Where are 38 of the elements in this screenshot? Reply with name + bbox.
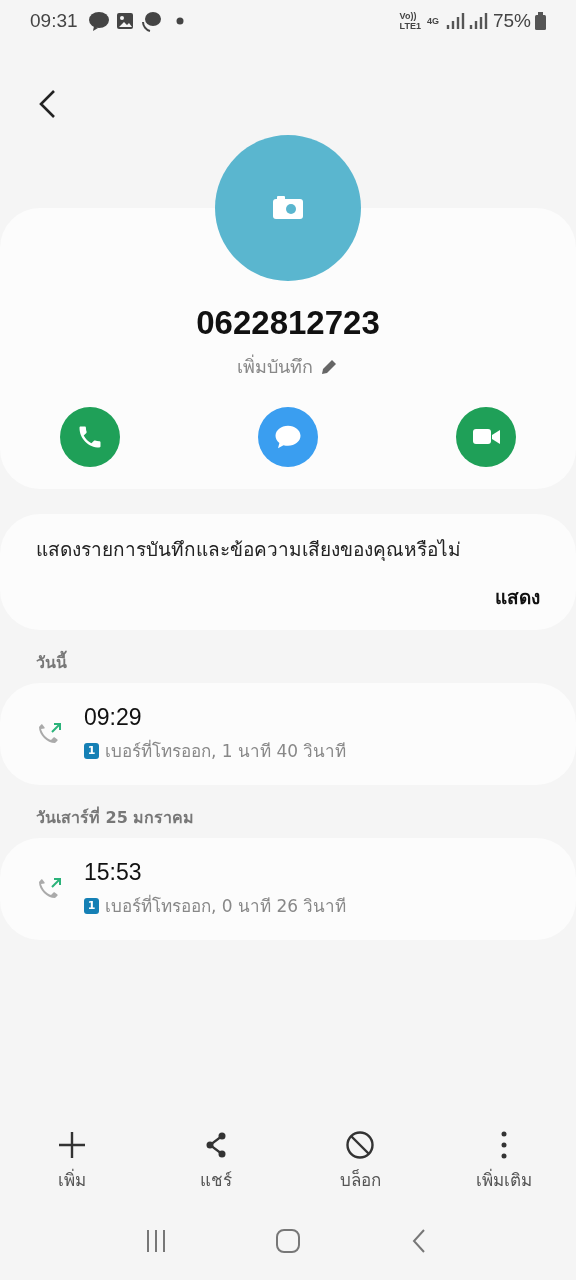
battery-percentage: 75% xyxy=(492,10,531,32)
call-button[interactable] xyxy=(60,407,120,467)
call-time: 09:29 xyxy=(84,704,143,731)
chat-bubble-icon xyxy=(139,10,162,32)
block-action-button[interactable]: บล็อก xyxy=(288,1130,432,1193)
clock-time: 09:31 xyxy=(30,10,78,32)
call-detail: เบอร์ที่โทรออก, 1 นาที 40 วินาที xyxy=(105,738,347,763)
image-icon xyxy=(115,12,134,30)
sim-badge: 1 xyxy=(84,742,99,759)
call-log-item[interactable]: 15:53 1 เบอร์ที่โทรออก, 0 นาที 26 วินาที xyxy=(0,838,576,940)
chat-bubble-icon xyxy=(273,423,303,451)
volte-label: Vo)) xyxy=(399,11,418,21)
message-button[interactable] xyxy=(258,407,318,467)
call-log-item[interactable]: 09:29 1 เบอร์ที่โทรออก, 1 นาที 40 วินาที xyxy=(0,683,576,785)
add-action-button[interactable]: เพิ่ม xyxy=(0,1130,144,1193)
call-time: 15:53 xyxy=(84,859,143,886)
call-detail: เบอร์ที่โทรออก, 0 นาที 26 วินาที xyxy=(105,893,347,918)
date-header: วันเสาร์ที่ 25 มกราคม xyxy=(35,805,196,829)
block-icon xyxy=(345,1130,375,1160)
date-header: วันนี้ xyxy=(0,630,576,683)
more-action-button[interactable]: เพิ่มเติม xyxy=(432,1130,576,1193)
notification-dot-icon xyxy=(175,17,184,25)
share-action-button[interactable]: แชร์ xyxy=(144,1130,288,1193)
show-button[interactable]: แสดง xyxy=(495,582,540,612)
sim-badge: 1 xyxy=(84,897,99,914)
chat-bubble-icon xyxy=(87,11,110,31)
prompt-text: แสดงรายการบันทึกและข้อความเสียงของคุณหรือไม่ xyxy=(36,537,462,563)
network-type-label: 4G xyxy=(426,16,439,26)
more-icon xyxy=(501,1130,507,1160)
add-note-link[interactable]: เพิ่มบันทึก xyxy=(237,352,313,381)
plus-icon xyxy=(57,1130,87,1160)
video-call-button[interactable] xyxy=(456,407,516,467)
phone-number: 0622812723 xyxy=(196,304,380,342)
home-icon[interactable] xyxy=(275,1228,301,1254)
lte-label: LTE1 xyxy=(399,21,421,31)
signal-icon xyxy=(444,12,489,30)
camera-icon[interactable] xyxy=(272,196,304,220)
battery-icon xyxy=(535,12,546,30)
